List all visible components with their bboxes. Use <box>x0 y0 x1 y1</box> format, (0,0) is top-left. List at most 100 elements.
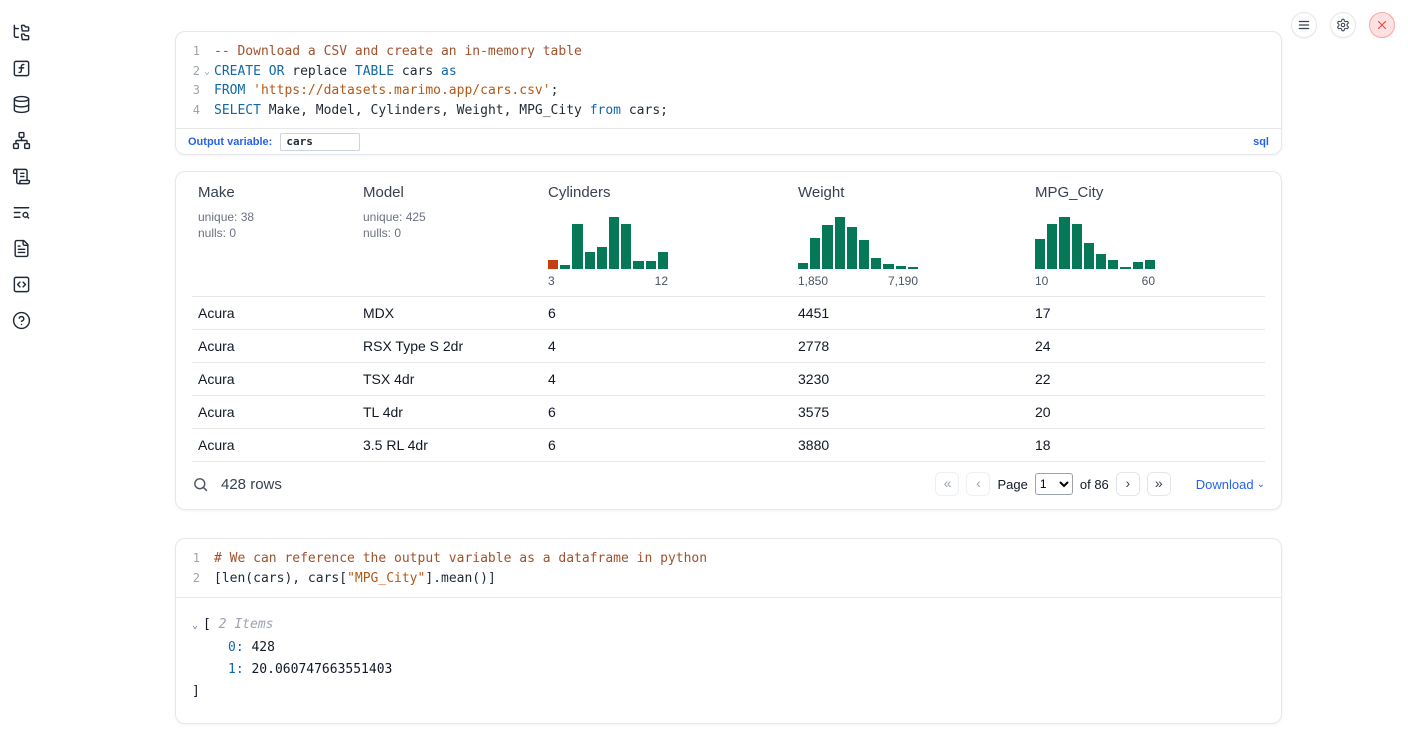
histogram-bar[interactable] <box>1047 224 1057 269</box>
histogram-bar[interactable] <box>646 261 656 270</box>
last-page-icon[interactable]: » <box>1147 472 1171 496</box>
table-cell: 6 <box>542 404 792 420</box>
histogram-bar[interactable] <box>560 265 570 269</box>
table-cell: 17 <box>1029 305 1265 321</box>
histogram-bar[interactable] <box>908 267 918 269</box>
function-icon[interactable] <box>10 58 32 78</box>
histogram <box>798 217 918 269</box>
code-line: 2[len(cars), cars["MPG_City"].mean()] <box>176 569 1281 589</box>
next-page-icon[interactable]: › <box>1116 472 1140 496</box>
histogram-bar[interactable] <box>1035 239 1045 269</box>
histogram-bar[interactable] <box>1072 224 1082 269</box>
table-body: AcuraMDX6445117AcuraRSX Type S 2dr427782… <box>192 297 1265 462</box>
search-icon[interactable] <box>192 476 209 493</box>
histogram-bar[interactable] <box>859 240 869 269</box>
histogram-bar[interactable] <box>609 217 619 269</box>
output-tree-entry: 1: 20.060747663551403 <box>192 659 1265 681</box>
table-cell: 24 <box>1029 338 1265 354</box>
code-line: 1# We can reference the output variable … <box>176 549 1281 569</box>
histogram-bar[interactable] <box>835 217 845 269</box>
histogram-bar[interactable] <box>798 263 808 269</box>
table-footer: 428 rows « ‹ Page 1 of 86 › » Download ⌄ <box>176 462 1281 509</box>
fold-gutter <box>200 42 214 62</box>
fold-chevron-icon[interactable]: ⌄ <box>200 62 214 82</box>
chevron-down-icon: ⌄ <box>1257 479 1265 490</box>
histogram-min: 3 <box>548 274 555 288</box>
histogram-bar[interactable] <box>1120 267 1130 269</box>
sql-code-editor[interactable]: 1-- Download a CSV and create an in-memo… <box>176 32 1281 128</box>
histogram-bar[interactable] <box>1084 243 1094 269</box>
file-tree-icon[interactable] <box>10 22 32 42</box>
table-cell: 4 <box>542 338 792 354</box>
table-row[interactable]: AcuraTSX 4dr4323022 <box>192 363 1265 396</box>
open-bracket: [ <box>203 617 211 632</box>
table-cell: 3880 <box>792 437 1029 453</box>
table-cell: MDX <box>357 305 542 321</box>
histogram-bar[interactable] <box>822 225 832 269</box>
help-icon[interactable] <box>10 310 32 330</box>
first-page-icon[interactable]: « <box>935 472 959 496</box>
dependency-graph-icon[interactable] <box>10 130 32 150</box>
close-icon[interactable] <box>1369 12 1395 38</box>
page-select[interactable]: 1 <box>1035 473 1073 495</box>
fold-gutter <box>200 81 214 101</box>
download-button[interactable]: Download ⌄ <box>1196 477 1265 492</box>
table-cell: 22 <box>1029 371 1265 387</box>
histogram-max: 12 <box>655 274 668 288</box>
entry-key: 1: <box>228 662 251 677</box>
histogram-bar[interactable] <box>896 266 906 269</box>
table-row[interactable]: AcuraTL 4dr6357520 <box>192 396 1265 429</box>
column-name[interactable]: Cylinders <box>548 184 792 201</box>
page-label: Page <box>997 477 1027 492</box>
histogram-bar[interactable] <box>633 261 643 270</box>
fold-gutter <box>200 101 214 121</box>
database-icon[interactable] <box>10 94 32 114</box>
table-cell: Acura <box>192 437 357 453</box>
table-cell: Acura <box>192 404 357 420</box>
histogram-bar[interactable] <box>871 258 881 269</box>
logs-icon[interactable] <box>10 202 32 222</box>
column-name[interactable]: MPG_City <box>1035 184 1265 201</box>
histogram-bar[interactable] <box>810 238 820 269</box>
column-name[interactable]: Model <box>363 184 542 201</box>
table-cell: 4451 <box>792 305 1029 321</box>
settings-gear-icon[interactable] <box>1330 12 1356 38</box>
snippets-icon[interactable] <box>10 274 32 294</box>
python-code-editor[interactable]: 1# We can reference the output variable … <box>176 539 1281 596</box>
histogram-bar[interactable] <box>1059 217 1069 269</box>
histogram-bar[interactable] <box>621 224 631 269</box>
column-stats: unique: 38nulls: 0 <box>198 209 357 241</box>
prev-page-icon[interactable]: ‹ <box>966 472 990 496</box>
table-cell: 20 <box>1029 404 1265 420</box>
histogram-bar[interactable] <box>658 252 668 269</box>
histogram-bar[interactable] <box>548 260 558 270</box>
column-header: Cylinders 3 12 <box>542 184 792 288</box>
histogram-bar[interactable] <box>883 264 893 269</box>
scratchpad-icon[interactable] <box>10 166 32 186</box>
table-cell: 18 <box>1029 437 1265 453</box>
table-row[interactable]: AcuraMDX6445117 <box>192 297 1265 330</box>
stat-line: unique: 425 <box>363 209 542 225</box>
table-cell: 3575 <box>792 404 1029 420</box>
table-row[interactable]: AcuraRSX Type S 2dr4277824 <box>192 330 1265 363</box>
collapse-chevron-icon[interactable]: ⌄ <box>192 620 198 631</box>
output-variable-input[interactable] <box>280 133 360 151</box>
histogram-bar[interactable] <box>1096 254 1106 269</box>
histogram-bar[interactable] <box>597 247 607 270</box>
code-text: -- Download a CSV and create an in-memor… <box>214 42 582 62</box>
table-row[interactable]: Acura3.5 RL 4dr6388018 <box>192 429 1265 462</box>
histogram-bar[interactable] <box>847 227 857 269</box>
histogram-bar[interactable] <box>572 224 582 269</box>
histogram-bar[interactable] <box>1133 262 1143 270</box>
documentation-icon[interactable] <box>10 238 32 258</box>
line-number: 1 <box>176 549 200 569</box>
menu-icon[interactable] <box>1291 12 1317 38</box>
stat-line: nulls: 0 <box>198 225 357 241</box>
cell-output-tree: ⌄[ 2 Items0: 4281: 20.060747663551403] <box>176 597 1281 723</box>
column-name[interactable]: Weight <box>798 184 1029 201</box>
histogram-bar[interactable] <box>585 252 595 269</box>
column-name[interactable]: Make <box>198 184 357 201</box>
notebook: 1 -- Download a CSV and create an in-memo… <box>175 31 1282 724</box>
histogram-bar[interactable] <box>1108 260 1118 270</box>
histogram-bar[interactable] <box>1145 260 1155 270</box>
